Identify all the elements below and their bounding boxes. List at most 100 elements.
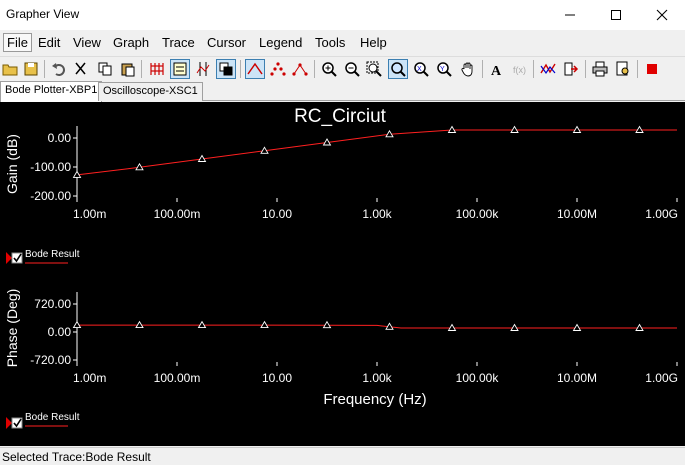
grid-icon <box>150 63 164 75</box>
zoom-out-button[interactable] <box>342 59 362 79</box>
open-icon <box>2 64 18 76</box>
gain-legend[interactable]: Bode Result <box>6 249 80 264</box>
gain-y-tick-label: -200.00 <box>30 189 71 203</box>
window-title: Grapher View <box>6 7 80 21</box>
gain-x-tick-label: 1.00G <box>645 207 678 221</box>
save-button[interactable] <box>21 59 41 79</box>
legend-label: Bode Result <box>25 412 80 423</box>
zoom-fit-button[interactable] <box>364 59 384 79</box>
toolbar: X Y A f(x) <box>0 56 685 80</box>
legend-label: Bode Result <box>25 249 80 260</box>
lines-icon <box>247 62 263 75</box>
menu-file[interactable]: File <box>3 33 32 52</box>
gain-x-tick-label: 10.00 <box>262 207 292 221</box>
cursors-button[interactable] <box>193 59 213 79</box>
phase-tick-labels: 1.00m 100.00m 10.00 1.00k 100.00k 10.00M 1.00G… <box>30 297 678 385</box>
phase-y-tick-label: 0.00 <box>48 325 72 339</box>
phase-legend[interactable]: Bode Result <box>6 412 80 429</box>
menu-trace[interactable]: Trace <box>160 35 197 50</box>
reverse-colors-button[interactable] <box>216 59 236 79</box>
graph-area[interactable]: RC_Circiut Gain (dB) 1.00m 100.00m 10.00 1.… <box>0 102 685 446</box>
tab-bode-plotter[interactable]: Bode Plotter-XBP1 <box>0 81 103 102</box>
phase-y-tick-label: 720.00 <box>34 297 71 311</box>
zoom-area-button[interactable] <box>388 59 408 79</box>
phase-x-tick-label: 1.00k <box>362 371 392 385</box>
open-button[interactable] <box>0 59 20 79</box>
paste-icon <box>121 63 135 77</box>
maximize-button[interactable] <box>593 0 639 30</box>
text-button[interactable]: A <box>487 59 507 79</box>
bode-plot-svg: RC_Circiut Gain (dB) 1.00m 100.00m 10.00 1.… <box>4 106 678 429</box>
paste-button[interactable] <box>118 59 138 79</box>
phase-axis-label: Phase (Deg) <box>4 289 20 368</box>
markers-icon <box>270 62 286 76</box>
pan-icon <box>461 62 473 77</box>
markers-button[interactable] <box>268 59 288 79</box>
stop-icon <box>647 64 657 74</box>
menu-view[interactable]: View <box>71 35 103 50</box>
frequency-axis-label: Frequency (Hz) <box>323 391 426 408</box>
zoom-in-button[interactable] <box>319 59 339 79</box>
zoom-y-button[interactable]: Y <box>434 59 454 79</box>
menu-cursor[interactable]: Cursor <box>205 35 248 50</box>
title-bar: Grapher View <box>0 0 685 30</box>
zoom-fit-icon <box>366 61 382 77</box>
gain-tick-labels: 1.00m 100.00m 10.00 1.00k 100.00k 10.00M 1.00G… <box>30 131 678 221</box>
undo-icon <box>52 63 65 76</box>
menu-legend[interactable]: Legend <box>257 35 304 50</box>
menu-edit[interactable]: Edit <box>36 35 62 50</box>
tab-strip: Bode Plotter-XBP1 Oscilloscope-XSC1 <box>0 81 685 102</box>
gain-x-tick-label: 100.00k <box>456 207 500 221</box>
svg-text:f(x): f(x) <box>513 65 526 75</box>
gain-x-tick-label: 100.00m <box>154 207 201 221</box>
lines-markers-button[interactable] <box>290 59 310 79</box>
gain-series <box>72 125 677 178</box>
tab-oscilloscope[interactable]: Oscilloscope-XSC1 <box>98 82 203 101</box>
menu-tools[interactable]: Tools <box>313 35 347 50</box>
phase-series-line <box>77 324 677 329</box>
gain-x-tick-label: 1.00k <box>362 207 392 221</box>
chart-title: RC_Circiut <box>294 106 387 127</box>
close-button[interactable] <box>639 0 685 30</box>
print-preview-button[interactable] <box>613 59 633 79</box>
zoom-x-button[interactable]: X <box>411 59 431 79</box>
gain-axis-label: Gain (dB) <box>4 134 20 194</box>
overlay-icon <box>540 63 556 75</box>
expression-button[interactable]: f(x) <box>510 59 530 79</box>
phase-x-tick-label: 100.00m <box>154 371 201 385</box>
minimize-icon <box>565 14 575 16</box>
lines-button[interactable] <box>245 59 265 79</box>
phase-x-tick-label: 10.00 <box>262 371 292 385</box>
undo-button[interactable] <box>49 59 69 79</box>
legend-icon <box>173 62 187 76</box>
status-bar: Selected Trace:Bode Result <box>0 447 685 465</box>
minimize-button[interactable] <box>547 0 593 30</box>
zoom-area-icon <box>391 62 406 77</box>
pan-button[interactable] <box>458 59 478 79</box>
phase-axes <box>73 292 678 366</box>
status-text: Selected Trace:Bode Result <box>2 450 151 464</box>
copy-button[interactable] <box>95 59 115 79</box>
stop-button[interactable] <box>642 59 662 79</box>
export-icon <box>564 62 579 76</box>
grid-button[interactable] <box>147 59 167 79</box>
gain-series-line <box>76 129 677 176</box>
cut-button[interactable] <box>71 59 91 79</box>
menu-help[interactable]: Help <box>358 35 389 50</box>
reverse-colors-icon <box>219 62 233 76</box>
phase-series <box>72 320 677 331</box>
zoom-in-icon <box>322 62 337 77</box>
menu-graph[interactable]: Graph <box>111 35 151 50</box>
overlay-button[interactable] <box>538 59 558 79</box>
zoom-out-icon <box>345 62 360 77</box>
legend-button[interactable] <box>170 59 190 79</box>
expression-icon: f(x) <box>513 65 526 75</box>
phase-x-tick-label: 100.00k <box>456 371 500 385</box>
save-icon <box>24 62 38 76</box>
legend-arrow-icon <box>6 252 12 264</box>
print-icon <box>592 61 608 77</box>
copy-icon <box>98 62 112 76</box>
print-button[interactable] <box>590 59 610 79</box>
phase-y-tick-label: -720.00 <box>30 353 71 367</box>
export-button[interactable] <box>561 59 581 79</box>
